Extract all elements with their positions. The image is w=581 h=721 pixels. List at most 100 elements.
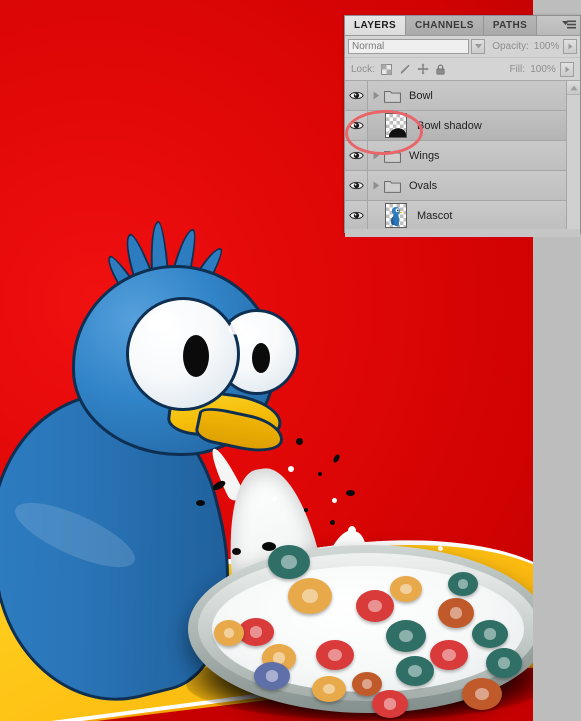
layer-group-folder-icon-ovals [384, 179, 401, 193]
layer-name-bowl: Bowl [409, 89, 433, 102]
layer-row-bowl[interactable]: Bowl [345, 81, 580, 111]
layer-list-scrollbar[interactable] [566, 81, 580, 229]
tab-channels[interactable]: CHANNELS [406, 16, 484, 35]
bird-pupil-right [252, 343, 270, 373]
layer-group-folder-icon-wings [384, 149, 401, 163]
artwork-cereal-ring [386, 620, 426, 652]
artwork-cereal-ring [390, 576, 422, 602]
lock-row: Lock: Fill: 100% [345, 58, 580, 81]
eye-icon [348, 211, 364, 220]
folder-icon [384, 180, 401, 193]
lock-label: Lock: [351, 63, 375, 75]
layer-visibility-toggle-bowl[interactable] [345, 81, 368, 110]
eye-icon [348, 151, 364, 160]
layer-row-wings[interactable]: Wings [345, 141, 580, 171]
fill-stepper-button[interactable] [560, 61, 574, 77]
move-arrows-icon [417, 63, 429, 75]
opacity-label: Opacity: [492, 41, 529, 52]
lock-all-icon[interactable] [435, 63, 447, 75]
artwork-cereal-ring [288, 578, 332, 614]
layers-panel[interactable]: LAYERS CHANNELS PATHS Normal Opacity: 10… [344, 15, 581, 237]
eye-icon [348, 121, 364, 130]
artwork-ink-speck [330, 520, 335, 525]
layer-visibility-toggle-ovals[interactable] [345, 171, 368, 200]
artwork-milk-droplet [438, 546, 443, 551]
artwork-cereal-ring [438, 598, 474, 628]
layer-name-bowl-shadow: Bowl shadow [417, 119, 482, 132]
eye-icon [348, 91, 364, 100]
layer-row-ovals[interactable]: Ovals [345, 171, 580, 201]
tab-bar-filler [537, 16, 558, 35]
layer-name-ovals: Ovals [409, 179, 438, 192]
panel-tab-bar: LAYERS CHANNELS PATHS [345, 16, 580, 36]
checkerboard-icon [381, 63, 393, 75]
artwork-ink-blob [232, 548, 241, 555]
layer-disclosure-wings[interactable] [368, 151, 384, 160]
bird-pupil-left [183, 335, 209, 377]
artwork-cereal-ring [430, 640, 468, 670]
artwork-milk-droplet [348, 526, 356, 535]
artwork-ink-speck [332, 453, 341, 464]
artwork-cereal-ring [316, 640, 354, 670]
lock-icon-group [381, 63, 447, 75]
artwork-ink-speck [318, 472, 322, 476]
artwork-ink-speck [296, 438, 303, 445]
layer-disclosure-bowl[interactable] [368, 91, 384, 100]
artwork-cereal-ring [486, 648, 522, 678]
tab-paths-label: PATHS [492, 20, 528, 31]
panel-footer [345, 229, 580, 237]
artwork-milk-droplet [288, 466, 294, 472]
layer-name-mascot: Mascot [417, 209, 453, 222]
artwork-cereal-ring [372, 690, 408, 718]
artwork-cereal-ring [448, 572, 478, 596]
artwork-cereal-ring [214, 620, 244, 646]
blend-mode-select[interactable]: Normal [348, 39, 470, 54]
artwork-cereal-ring [472, 620, 508, 648]
scrollbar-track[interactable] [567, 95, 580, 229]
artwork-milk-droplet [272, 496, 277, 501]
bird-shape-icon [390, 207, 403, 226]
padlock-icon [436, 64, 445, 75]
layer-visibility-toggle-bowl-shadow[interactable] [345, 111, 368, 140]
fill-value[interactable]: 100% [528, 62, 558, 76]
opacity-value[interactable]: 100% [532, 40, 561, 54]
layer-thumbnail-bowl-shadow[interactable] [385, 113, 407, 138]
opacity-stepper-button[interactable] [563, 39, 578, 54]
triangle-right-icon [373, 151, 379, 160]
layer-list[interactable]: Bowl Bowl shadow Wings Ovals Mascot [345, 81, 580, 229]
layer-name-wings: Wings [409, 149, 440, 162]
artwork-cereal-ring [396, 656, 434, 686]
folder-icon [384, 90, 401, 103]
layer-thumbnail-mascot[interactable] [385, 203, 407, 228]
lock-transparent-pixels-icon[interactable] [381, 63, 393, 75]
folder-icon [384, 150, 401, 163]
shadow-shape-icon [389, 128, 406, 137]
artwork-ink-speck [346, 490, 355, 496]
tab-paths[interactable]: PATHS [483, 16, 538, 35]
tab-layers[interactable]: LAYERS [345, 16, 407, 35]
eye-icon [348, 181, 364, 190]
artwork-cereal-ring [268, 545, 310, 579]
scrollbar-up-button[interactable] [567, 81, 580, 95]
lock-position-icon[interactable] [417, 63, 429, 75]
scroll-up-arrow-icon [569, 85, 578, 90]
artwork-cereal-ring [356, 590, 394, 622]
chevron-right-icon [565, 66, 569, 72]
artwork-milk-droplet [332, 498, 337, 503]
layer-visibility-toggle-wings[interactable] [345, 141, 368, 170]
layer-row-mascot[interactable]: Mascot [345, 201, 580, 229]
chevron-down-icon [474, 44, 482, 49]
tab-channels-label: CHANNELS [415, 20, 474, 31]
blend-mode-dropdown-button[interactable] [471, 39, 486, 54]
artwork-ink-speck [304, 508, 308, 512]
panel-menu-button[interactable] [558, 16, 580, 35]
layer-visibility-toggle-mascot[interactable] [345, 201, 368, 229]
layer-disclosure-ovals[interactable] [368, 181, 384, 190]
layer-group-folder-icon-bowl [384, 89, 401, 103]
artwork-ink-speck [196, 500, 205, 506]
layer-row-bowl-shadow[interactable]: Bowl shadow [345, 111, 580, 141]
artwork-cereal-ring [254, 662, 290, 690]
lock-image-pixels-icon[interactable] [399, 63, 411, 75]
blend-mode-value: Normal [352, 41, 385, 52]
triangle-right-icon [373, 181, 379, 190]
